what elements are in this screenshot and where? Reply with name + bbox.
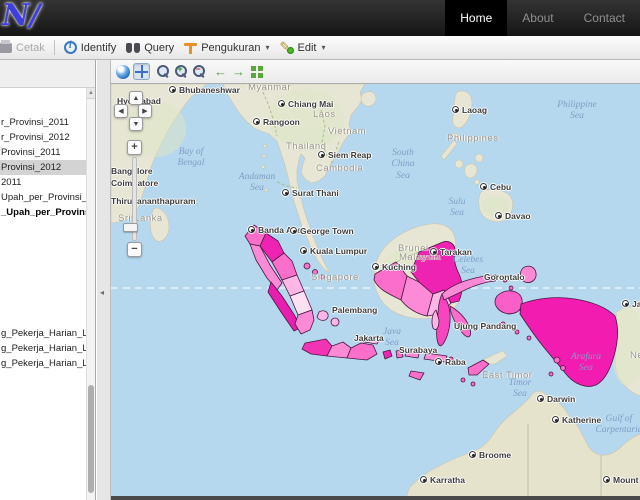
layer-item[interactable]: r_Provinsi_2011: [0, 115, 88, 130]
ruler-icon: [184, 42, 197, 54]
map-svg: [111, 84, 640, 500]
printer-icon: [0, 43, 12, 53]
map-bottom-edge: [111, 496, 640, 500]
edit-button[interactable]: Edit ▾: [275, 39, 331, 56]
info-icon: [64, 41, 77, 54]
chevron-down-icon: ▾: [322, 43, 326, 52]
layer-item[interactable]: g_Pekerja_Harian_Lepas_: [0, 341, 88, 356]
full-extent-icon: [251, 66, 263, 78]
map-view[interactable]: HyderabadBhubaneshwarChiang MaiRangoonSi…: [111, 84, 640, 500]
toolbar-button-label: Cetak: [16, 42, 45, 54]
map-tool-full-extent-button[interactable]: [248, 63, 265, 80]
main-nav: HomeAboutContact: [445, 0, 640, 36]
map-tool-zoom-out-button[interactable]: −: [191, 63, 208, 80]
toolbar-separator: [54, 40, 55, 55]
pengukuran-button[interactable]: Pengukuran ▾: [179, 40, 274, 56]
nav-item-home[interactable]: Home: [445, 0, 507, 36]
pan-right-icon[interactable]: ▶: [138, 104, 152, 118]
layer-list-bottom: g_Pekerja_Harian_Lepas_g_Pekerja_Harian_…: [0, 326, 88, 371]
layer-list-top: r_Provinsi_2011r_Provinsi_2012Provinsi_2…: [0, 115, 88, 220]
toolbar-button-label: Query: [144, 42, 174, 54]
binoculars-icon: [126, 42, 140, 53]
layer-item[interactable]: g_Pekerja_Harian_Lepas_: [0, 356, 88, 371]
content: r_Provinsi_2011r_Provinsi_2012Provinsi_2…: [0, 60, 640, 500]
map-tool-previous-extent-button[interactable]: [212, 63, 229, 80]
zoom-box-icon: [157, 65, 170, 78]
layer-item[interactable]: Upah_per_Provinsi_2011: [0, 190, 88, 205]
webgis-app: N/ HomeAboutContact Cetak Identify Query Pe…: [0, 0, 640, 500]
layer-item[interactable]: 2011: [0, 175, 88, 190]
next-extent-icon: [232, 63, 245, 81]
main-toolbar: Cetak Identify Query Pengukuran ▾ Edit ▾: [0, 36, 640, 60]
cetak-button[interactable]: Cetak: [0, 40, 50, 56]
layer-item[interactable]: _Upah_per_Provinsi_2012: [0, 205, 88, 220]
zoom-in-button[interactable]: +: [127, 140, 142, 155]
app-logo: N/: [2, 0, 40, 33]
zoom-in-icon: +: [175, 65, 188, 78]
layer-item[interactable]: Provinsi_2011: [0, 145, 88, 160]
pan-icon: [135, 65, 148, 78]
zoom-slider-handle[interactable]: [123, 223, 138, 232]
previous-extent-icon: [214, 63, 227, 81]
query-button[interactable]: Query: [121, 40, 179, 56]
zoom-out-icon: −: [193, 65, 206, 78]
chevron-down-icon: ▾: [266, 43, 270, 52]
panel-splitter[interactable]: ◂: [97, 60, 110, 500]
sidebar-header: [0, 60, 95, 88]
identify-button[interactable]: Identify: [59, 39, 121, 56]
map-toolbar: +−: [111, 60, 640, 84]
pan-down-icon[interactable]: ▼: [129, 117, 143, 131]
pencil-icon: [280, 41, 294, 54]
layer-item[interactable]: r_Provinsi_2012: [0, 130, 88, 145]
collapse-panel-icon[interactable]: ◂: [100, 288, 104, 297]
scrollbar-up-icon[interactable]: ▲: [87, 88, 95, 99]
toolbar-button-label: Edit: [298, 42, 317, 54]
scrollbar-thumb[interactable]: [88, 385, 94, 493]
layer-item[interactable]: Provinsi_2012: [0, 160, 88, 175]
toolbar-button-label: Pengukuran: [201, 42, 260, 54]
map-tool-zoom-in-button[interactable]: +: [173, 63, 190, 80]
pan-up-icon[interactable]: ▲: [129, 91, 143, 105]
layer-item[interactable]: g_Pekerja_Harian_Lepas_: [0, 326, 88, 341]
pan-left-icon[interactable]: ◀: [114, 104, 128, 118]
map-panel: +−: [110, 60, 640, 500]
map-tool-zoom-box-button[interactable]: [155, 63, 172, 80]
zoom-out-button[interactable]: −: [127, 242, 142, 257]
google-earth-icon: [116, 65, 130, 79]
toolbar-button-label: Identify: [81, 42, 116, 54]
layer-sidebar: r_Provinsi_2011r_Provinsi_2012Provinsi_2…: [0, 60, 96, 500]
map-tool-pan-button[interactable]: [133, 63, 150, 80]
map-tool-google-earth-button[interactable]: [114, 63, 131, 80]
nav-item-about[interactable]: About: [507, 0, 568, 36]
header: N/ HomeAboutContact: [0, 0, 640, 36]
nav-item-contact[interactable]: Contact: [569, 0, 640, 36]
sidebar-scrollbar[interactable]: ▲: [86, 88, 95, 500]
map-tool-next-extent-button[interactable]: [230, 63, 247, 80]
